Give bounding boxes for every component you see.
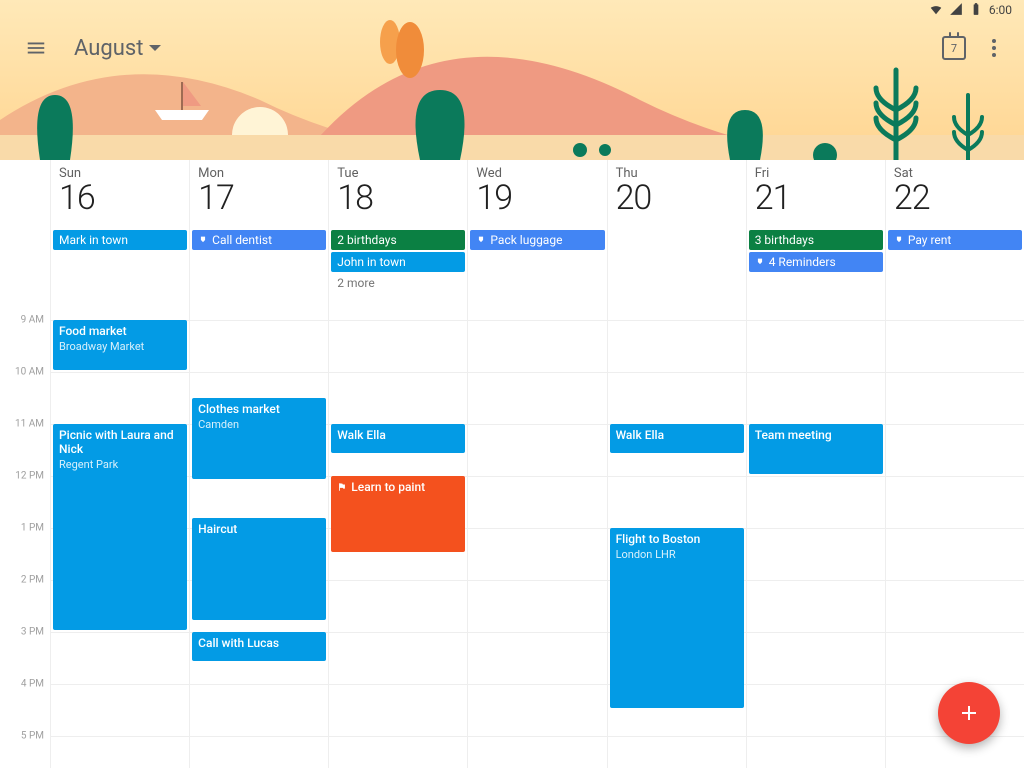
hour-gutter: 9 AM 10 AM 11 AM 12 PM 1 PM 2 PM 3 PM 4 PM 5 PM <box>0 294 50 768</box>
calendar-event[interactable]: Team meeting <box>749 424 883 474</box>
allday-cell: 2 birthdaysJohn in town 2 more <box>328 230 467 294</box>
day-number: 16 <box>59 181 189 217</box>
allday-row: Mark in townCall dentist2 birthdaysJohn … <box>0 230 1024 294</box>
day-number: 17 <box>198 181 328 217</box>
calendar-event[interactable]: Walk Ella <box>610 424 744 453</box>
day-header[interactable]: Thu20 <box>607 160 746 230</box>
calendar-event[interactable]: Walk Ella <box>331 424 465 453</box>
day-number: 20 <box>616 181 746 217</box>
signal-icon <box>949 2 963 19</box>
create-event-fab[interactable] <box>938 682 1000 744</box>
day-number: 22 <box>894 181 1024 217</box>
day-header[interactable]: Wed19 <box>467 160 606 230</box>
calendar-event[interactable]: Haircut <box>192 518 326 620</box>
calendar-event[interactable]: Clothes marketCamden <box>192 398 326 479</box>
day-header[interactable]: Fri21 <box>746 160 885 230</box>
hour-label: 2 PM <box>21 575 44 586</box>
allday-chip[interactable]: 3 birthdays <box>749 230 883 250</box>
allday-chip[interactable]: Pack luggage <box>470 230 604 250</box>
calendar-event[interactable]: Picnic with Laura and NickRegent Park <box>53 424 187 630</box>
month-label: August <box>74 36 143 61</box>
calendar-event[interactable]: Learn to paint <box>331 476 465 552</box>
more-events-link[interactable]: 2 more <box>331 274 465 292</box>
allday-chip[interactable]: John in town <box>331 252 465 272</box>
chevron-down-icon <box>149 45 161 51</box>
day-number: 19 <box>476 181 606 217</box>
hour-label: 11 AM <box>15 419 44 430</box>
allday-cell: Mark in town <box>50 230 189 294</box>
battery-icon <box>969 2 983 19</box>
wifi-icon <box>929 2 943 19</box>
allday-cell: Pay rent <box>885 230 1024 294</box>
day-column[interactable]: Clothes marketCamden Haircut Call with Luc… <box>189 294 328 768</box>
day-column[interactable]: Walk Ella Flight to BostonLondon LHR <box>607 294 746 768</box>
calendar-today-icon: 7 <box>942 36 966 60</box>
day-header[interactable]: Mon17 <box>189 160 328 230</box>
allday-chip[interactable]: Call dentist <box>192 230 326 250</box>
hour-label: 9 AM <box>21 315 44 326</box>
month-picker[interactable]: August <box>74 36 161 61</box>
allday-cell: Pack luggage <box>467 230 606 294</box>
allday-chip[interactable]: 4 Reminders <box>749 252 883 272</box>
hour-label: 12 PM <box>15 471 44 482</box>
hour-label: 1 PM <box>21 523 44 534</box>
day-column[interactable]: Walk Ella Learn to paint <box>328 294 467 768</box>
day-number: 18 <box>337 181 467 217</box>
status-time: 6:00 <box>989 3 1012 17</box>
hour-label: 10 AM <box>15 367 44 378</box>
day-column[interactable] <box>467 294 606 768</box>
calendar-event[interactable]: Food marketBroadway Market <box>53 320 187 370</box>
allday-chip[interactable]: Pay rent <box>888 230 1022 250</box>
overflow-menu-button[interactable] <box>974 28 1014 68</box>
allday-chip[interactable]: Mark in town <box>53 230 187 250</box>
hour-label: 5 PM <box>21 731 44 742</box>
day-column[interactable]: Team meeting <box>746 294 885 768</box>
calendar-event[interactable]: Call with Lucas <box>192 632 326 661</box>
plus-icon <box>957 701 981 725</box>
day-number: 21 <box>755 181 885 217</box>
week-view: Sun16Mon17Tue18Wed19Thu20Fri21Sat22 Mark… <box>0 160 1024 768</box>
jump-to-today-button[interactable]: 7 <box>934 28 974 68</box>
day-columns: Food marketBroadway Market Picnic with La… <box>50 294 1024 768</box>
day-column[interactable]: Food marketBroadway Market Picnic with La… <box>50 294 189 768</box>
hour-label: 3 PM <box>21 627 44 638</box>
allday-cell <box>607 230 746 294</box>
day-header[interactable]: Sat22 <box>885 160 1024 230</box>
allday-chip[interactable]: 2 birthdays <box>331 230 465 250</box>
day-header[interactable]: Sun16 <box>50 160 189 230</box>
day-headers: Sun16Mon17Tue18Wed19Thu20Fri21Sat22 <box>0 160 1024 230</box>
day-header[interactable]: Tue18 <box>328 160 467 230</box>
hamburger-menu-icon[interactable] <box>20 32 52 64</box>
more-vert-icon <box>992 39 996 57</box>
allday-cell: Call dentist <box>189 230 328 294</box>
allday-cell: 3 birthdays4 Reminders <box>746 230 885 294</box>
app-toolbar: August 7 <box>0 20 1024 76</box>
status-bar: 6:00 <box>0 0 1024 20</box>
calendar-event[interactable]: Flight to BostonLondon LHR <box>610 528 744 708</box>
hour-label: 4 PM <box>21 679 44 690</box>
